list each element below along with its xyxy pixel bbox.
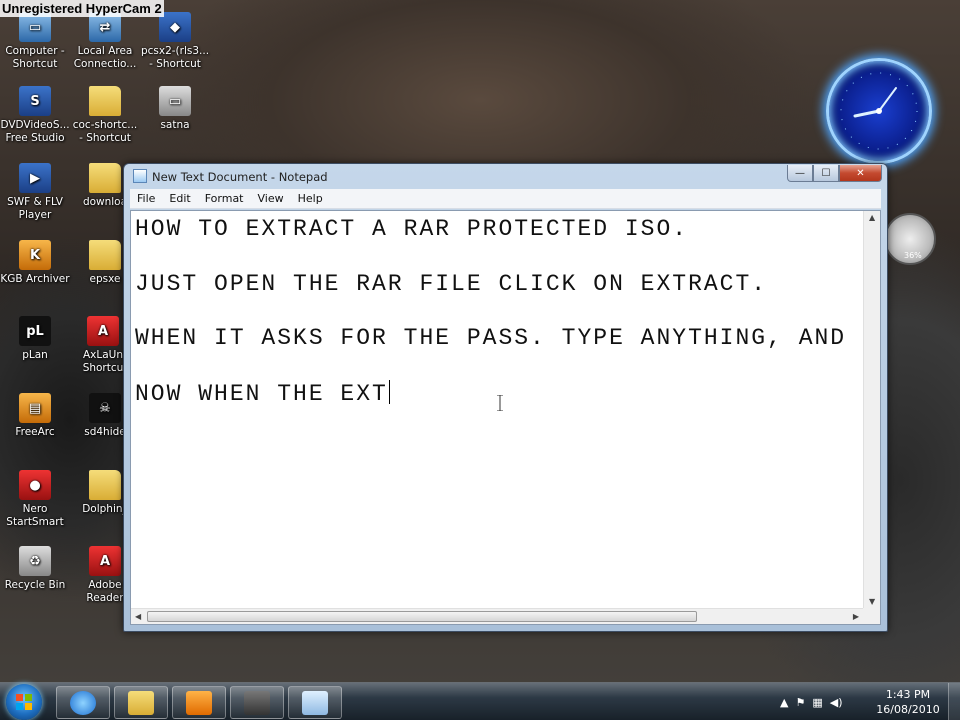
minimize-button[interactable]: — xyxy=(787,165,813,182)
taskbar: ▲ ⚑ ▦ ◀) 1:43 PM 16/08/2010 xyxy=(0,682,960,720)
folder-icon xyxy=(89,86,121,116)
show-desktop-button[interactable] xyxy=(948,683,960,720)
desktop-icon-computer[interactable]: ▭ Computer - Shortcut xyxy=(0,12,70,71)
resize-grip[interactable] xyxy=(863,608,880,624)
internet-explorer-icon xyxy=(70,690,96,715)
recycle-bin-icon: ♻ xyxy=(19,546,51,576)
desktop-icon-label: SWF & FLV Player xyxy=(7,196,63,221)
desktop-icon-label: DVDVideoS... Free Studio xyxy=(0,119,70,144)
text-line: NOW WHEN THE EXT xyxy=(135,380,388,407)
desktop-icon-label: FreeArc xyxy=(15,426,55,438)
desktop-icon-pcsx2[interactable]: ◆ pcsx2-(rls3... - Shortcut xyxy=(140,12,210,71)
close-button[interactable]: ✕ xyxy=(839,165,882,182)
desktop-icon-label: KGB Archiver xyxy=(0,273,70,285)
folder-icon xyxy=(128,690,154,715)
show-hidden-icons-icon[interactable]: ▲ xyxy=(780,696,788,709)
desktop-icon-recycle-bin[interactable]: ♻ Recycle Bin xyxy=(0,546,70,592)
menu-bar: File Edit Format View Help xyxy=(130,189,881,209)
text-editor[interactable]: HOW TO EXTRACT A RAR PROTECTED ISO. JUST… xyxy=(130,210,881,625)
clock-face-icon xyxy=(840,72,918,150)
ibeam-cursor-icon xyxy=(497,395,503,411)
cpu-meter-gadget[interactable]: 36% xyxy=(884,213,936,265)
plan-icon: pL xyxy=(19,316,51,346)
notepad-icon xyxy=(133,169,147,183)
taskbar-media-player[interactable] xyxy=(172,686,226,719)
skull-icon: ☠ xyxy=(89,393,121,423)
clock-time: 1:43 PM xyxy=(885,688,931,701)
media-player-icon xyxy=(186,690,212,715)
scroll-right-arrow-icon[interactable]: ▶ xyxy=(853,612,859,621)
window-title: New Text Document - Notepad xyxy=(152,170,328,184)
volume-icon[interactable]: ◀) xyxy=(830,696,843,709)
monitor-icon: ▭ xyxy=(159,86,191,116)
maximize-button[interactable]: ☐ xyxy=(813,165,839,182)
taskbar-internet-explorer[interactable] xyxy=(56,686,110,719)
start-button[interactable] xyxy=(6,684,42,720)
notepad-icon xyxy=(302,690,328,715)
taskbar-windows-explorer[interactable] xyxy=(114,686,168,719)
desktop-icon-coc-shortcut[interactable]: coc-shortc... - Shortcut xyxy=(70,86,140,145)
desktop-icon-kgb-archiver[interactable]: K KGB Archiver xyxy=(0,240,70,286)
windows-logo-icon xyxy=(16,694,32,710)
clock-date: 16/08/2010 xyxy=(876,703,940,716)
desktop-icon-dvdvideosoft[interactable]: S DVDVideoS... Free Studio xyxy=(0,86,70,145)
adobe-reader-icon: A xyxy=(89,546,121,576)
dvdvideosoft-icon: S xyxy=(19,86,51,116)
menu-view[interactable]: View xyxy=(251,192,291,205)
hypercam-watermark: Unregistered HyperCam 2 xyxy=(0,0,164,17)
nero-icon: ● xyxy=(19,470,51,500)
desktop-icon-label: Computer - Shortcut xyxy=(5,45,65,70)
network-icon[interactable]: ▦ xyxy=(812,696,822,709)
desktop-icon-label: pLan xyxy=(22,349,48,361)
desktop-icon-label: satna xyxy=(160,119,190,131)
desktop-icon-plan[interactable]: pL pLan xyxy=(0,316,70,362)
scroll-down-arrow-icon[interactable]: ▼ xyxy=(869,597,875,606)
vertical-scrollbar[interactable]: ▲ ▼ xyxy=(863,211,880,608)
horizontal-scrollbar[interactable]: ◀ ▶ xyxy=(131,608,863,624)
text-line: WHEN IT ASKS FOR THE PASS. TYPE ANYTHING… xyxy=(135,325,847,351)
desktop-icon-freearc[interactable]: ▤ FreeArc xyxy=(0,393,70,439)
clock-gadget[interactable] xyxy=(826,58,932,164)
desktop-icon-label: Recycle Bin xyxy=(4,579,66,591)
axlaun-icon: A xyxy=(87,316,119,346)
swf-player-icon: ▶ xyxy=(19,163,51,193)
title-bar[interactable]: New Text Document - Notepad — ☐ ✕ xyxy=(124,164,887,188)
desktop-icon-label: Nero StartSmart xyxy=(6,503,64,528)
desktop-icon-label: pcsx2-(rls3... - Shortcut xyxy=(140,45,210,70)
text-line: HOW TO EXTRACT A RAR PROTECTED ISO. xyxy=(135,216,689,242)
text-line: JUST OPEN THE RAR FILE CLICK ON EXTRACT. xyxy=(135,270,768,297)
freearc-icon: ▤ xyxy=(19,393,51,423)
folder-icon xyxy=(89,470,121,500)
horizontal-scroll-thumb[interactable] xyxy=(147,611,697,622)
desktop-icon-local-area[interactable]: ⇄ Local Area Connectio... xyxy=(70,12,140,71)
gamepad-icon xyxy=(244,690,270,715)
action-center-icon[interactable]: ⚑ xyxy=(795,696,805,709)
menu-file[interactable]: File xyxy=(130,192,162,205)
scroll-up-arrow-icon[interactable]: ▲ xyxy=(869,213,875,222)
desktop-icon-nero[interactable]: ● Nero StartSmart xyxy=(0,470,70,529)
menu-edit[interactable]: Edit xyxy=(162,192,197,205)
taskbar-gamepad-app[interactable] xyxy=(230,686,284,719)
desktop-icon-label: coc-shortc... - Shortcut xyxy=(72,119,138,144)
menu-help[interactable]: Help xyxy=(291,192,330,205)
meter-value: 36% xyxy=(904,251,922,260)
taskbar-clock[interactable]: 1:43 PM 16/08/2010 xyxy=(872,687,944,717)
folder-icon xyxy=(89,163,121,193)
pcsx2-icon: ◆ xyxy=(159,12,191,42)
scroll-left-arrow-icon[interactable]: ◀ xyxy=(135,612,141,621)
system-tray: ▲ ⚑ ▦ ◀) xyxy=(780,683,843,720)
notepad-window[interactable]: New Text Document - Notepad — ☐ ✕ File E… xyxy=(123,163,888,632)
desktop-icon-swf-player[interactable]: ▶ SWF & FLV Player xyxy=(0,163,70,222)
menu-format[interactable]: Format xyxy=(198,192,251,205)
taskbar-notepad[interactable] xyxy=(288,686,342,719)
folder-icon xyxy=(89,240,121,270)
desktop-icon-label: Local Area Connectio... xyxy=(73,45,137,70)
kgb-archiver-icon: K xyxy=(19,240,51,270)
text-caret xyxy=(388,379,390,404)
desktop-icon-satna[interactable]: ▭ satna xyxy=(140,86,210,132)
